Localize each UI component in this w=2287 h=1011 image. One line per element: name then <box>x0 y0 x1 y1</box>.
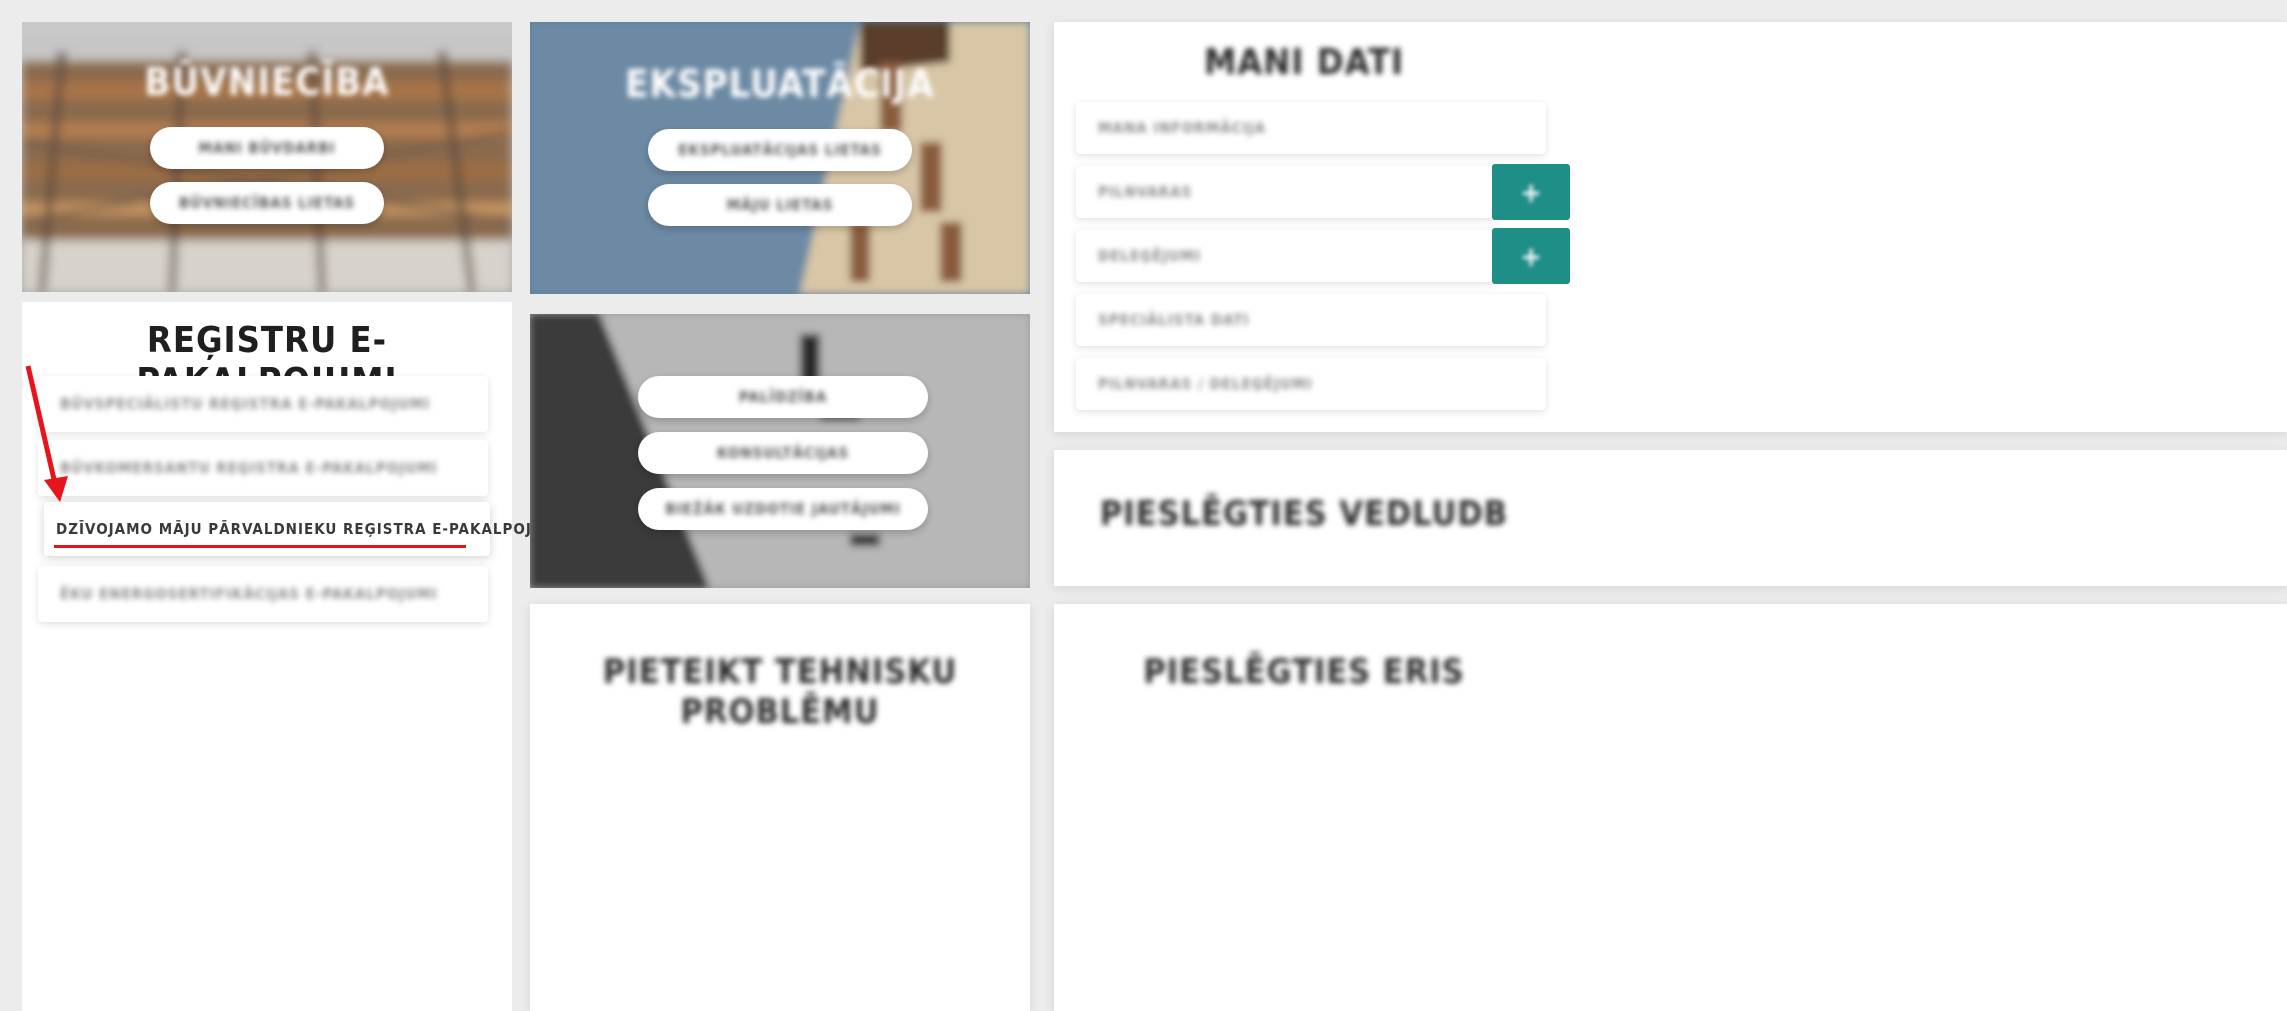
login-eris-title: PIESLĒGTIES ERIS <box>1143 652 1465 692</box>
authorizations-delegations-label: PILNVARAS / DELEĢĒJUMI <box>1098 375 1313 393</box>
specialist-data-label: SPECIĀLISTA DATI <box>1098 311 1250 329</box>
building-hero-card: BŪVNIECĪBA MANI BŪVDARBI BŪVNIECĪBAS LIE… <box>22 22 512 292</box>
exploitation-hero-card: EKSPLUATĀCIJA EKSPLUATĀCIJAS LIETAS MĀJU… <box>530 22 1030 294</box>
authorizations-delegations-item[interactable]: PILNVARAS / DELEĢĒJUMI <box>1076 358 1546 410</box>
plus-icon: + <box>1520 239 1542 273</box>
authorizations-label: PILNVARAS <box>1098 183 1193 201</box>
help-button[interactable]: PALĪDZĪBA <box>638 376 928 418</box>
help-label: PALĪDZĪBA <box>738 388 828 406</box>
faq-label: BIEŽĀK UZDOTIE JAUTĀJUMI <box>665 500 901 518</box>
report-problem-card[interactable]: PIETEIKT TEHNISKU PROBLĒMU <box>530 604 1030 1011</box>
report-problem-title: PIETEIKT TEHNISKU PROBLĒMU <box>602 652 958 732</box>
login-eris-card[interactable]: PIESLĒGTIES ERIS <box>1054 604 2287 1011</box>
my-info-label: MANA INFORMĀCIJA <box>1098 119 1266 137</box>
faq-button[interactable]: BIEŽĀK UZDOTIE JAUTĀJUMI <box>638 488 928 530</box>
my-works-button[interactable]: MANI BŪVDARBI <box>150 127 384 169</box>
my-works-label: MANI BŪVDARBI <box>198 139 336 157</box>
login-vedludb-title: PIESLĒGTIES VEDLUDB <box>1099 494 1509 534</box>
my-info-item[interactable]: MANA INFORMĀCIJA <box>1076 102 1546 154</box>
consultations-label: KONSULTĀCIJAS <box>716 444 850 462</box>
exploitation-cases-button[interactable]: EKSPLUATĀCIJAS LIETAS <box>648 129 912 171</box>
exploitation-cases-label: EKSPLUATĀCIJAS LIETAS <box>678 141 882 159</box>
register-item-builders-label: BŪVSPECIĀLISTU REĢISTRA E-PAKALPOJUMI <box>60 395 431 413</box>
house-cases-button[interactable]: MĀJU LIETAS <box>648 184 912 226</box>
register-item-builders[interactable]: BŪVSPECIĀLISTU REĢISTRA E-PAKALPOJUMI <box>38 376 488 432</box>
building-title: BŪVNIECĪBA <box>144 60 390 104</box>
register-item-energy[interactable]: ĒKU ENERGOSERTIFIKĀCIJAS E-PAKALPOJUMI <box>38 566 488 622</box>
highlight-underline <box>54 545 466 548</box>
my-data-title: MANI DATI <box>1203 42 1405 83</box>
arrow-down-icon <box>25 365 68 502</box>
building-cases-label: BŪVNIECĪBAS LIETAS <box>178 194 356 212</box>
house-cases-label: MĀJU LIETAS <box>726 196 834 214</box>
delegations-label: DELEĢĒJUMI <box>1098 247 1201 265</box>
plus-icon: + <box>1520 175 1542 209</box>
add-delegation-button[interactable]: + <box>1492 228 1570 284</box>
delegations-item[interactable]: DELEĢĒJUMI <box>1076 230 1496 282</box>
help-hero-card: PALĪDZĪBA KONSULTĀCIJAS BIEŽĀK UZDOTIE J… <box>530 314 1030 588</box>
exploitation-title: EKSPLUATĀCIJA <box>625 62 935 106</box>
consultations-button[interactable]: KONSULTĀCIJAS <box>638 432 928 474</box>
building-cases-button[interactable]: BŪVNIECĪBAS LIETAS <box>150 182 384 224</box>
authorizations-item[interactable]: PILNVARAS <box>1076 166 1496 218</box>
register-item-managers-label: DZĪVOJAMO MĀJU PĀRVALDNIEKU REĢISTRA E-P… <box>56 520 565 538</box>
specialist-data-item[interactable]: SPECIĀLISTA DATI <box>1076 294 1546 346</box>
login-vedludb-card[interactable]: PIESLĒGTIES VEDLUDB <box>1054 450 2287 586</box>
page: BŪVNIECĪBA MANI BŪVDARBI BŪVNIECĪBAS LIE… <box>0 0 2287 1011</box>
register-item-companies-label: BŪVKOMERSANTU REĢISTRA E-PAKALPOJUMI <box>60 459 438 477</box>
register-item-companies[interactable]: BŪVKOMERSANTU REĢISTRA E-PAKALPOJUMI <box>38 440 488 496</box>
add-authorization-button[interactable]: + <box>1492 164 1570 220</box>
register-item-energy-label: ĒKU ENERGOSERTIFIKĀCIJAS E-PAKALPOJUMI <box>60 585 438 603</box>
